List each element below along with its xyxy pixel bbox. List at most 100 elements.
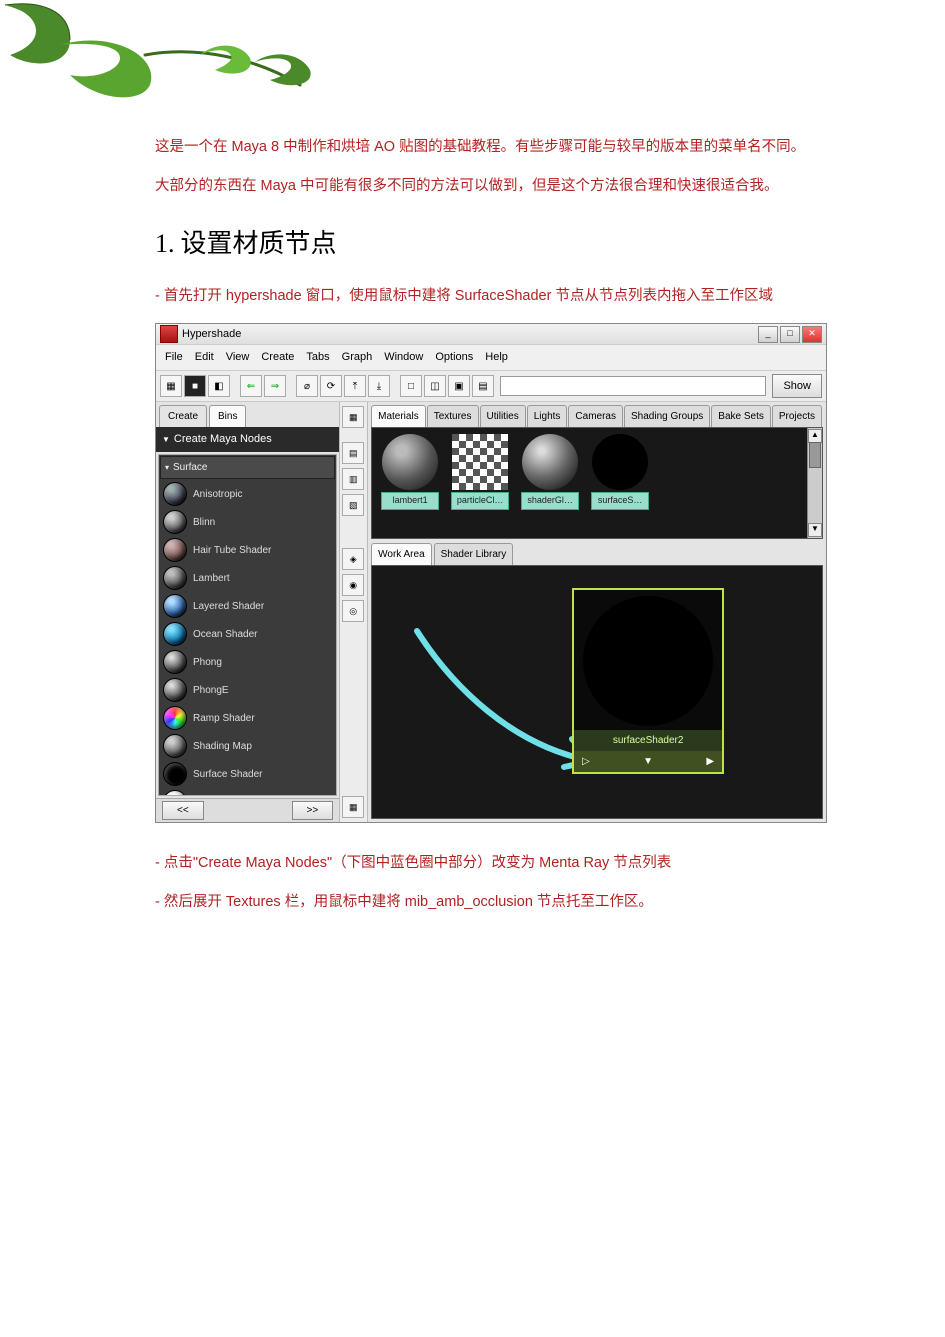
tb-layout-b-icon[interactable]: ◫ <box>424 375 446 397</box>
tb-black-icon[interactable]: ■ <box>184 375 206 397</box>
tb-fwd-icon[interactable]: ⇒ <box>264 375 286 397</box>
scrollbar[interactable]: ▲ ▼ <box>807 428 822 538</box>
tb-graphup-icon[interactable]: ⤒ <box>344 375 366 397</box>
menu-edit[interactable]: Edit <box>190 347 219 368</box>
node-item[interactable]: PhongE <box>159 676 336 704</box>
tb-layout-c-icon[interactable]: ▣ <box>448 375 470 397</box>
node-output-icon[interactable]: ▶ <box>706 753 714 770</box>
node-item[interactable]: Ramp Shader <box>159 704 336 732</box>
heading-number: 1. <box>155 229 175 258</box>
material-thumb[interactable]: particleCl… <box>448 434 512 532</box>
tb-clear-icon[interactable]: ⌀ <box>296 375 318 397</box>
node-swatch-icon <box>163 622 187 646</box>
node-item[interactable]: Hair Tube Shader <box>159 536 336 564</box>
node-swatch-icon <box>163 790 187 796</box>
menu-file[interactable]: File <box>160 347 188 368</box>
node-item[interactable]: Phong <box>159 648 336 676</box>
left-tab-create[interactable]: Create <box>159 405 207 427</box>
mid-icon-8[interactable]: ▦ <box>342 796 364 818</box>
tb-bw-icon[interactable]: ◧ <box>208 375 230 397</box>
toolbar-show-button[interactable]: Show <box>772 374 822 399</box>
node-item-label: Lambert <box>193 570 230 587</box>
right-panel: Materials Textures Utilities Lights Came… <box>368 402 826 822</box>
node-swatch-icon <box>163 538 187 562</box>
mid-icon-5[interactable]: ◈ <box>342 548 364 570</box>
mid-icon-7[interactable]: ◎ <box>342 600 364 622</box>
left-tab-bins[interactable]: Bins <box>209 405 246 427</box>
minimize-button[interactable]: _ <box>758 326 778 343</box>
node-item[interactable]: Layered Shader <box>159 592 336 620</box>
rp-tab-materials[interactable]: Materials <box>371 405 426 427</box>
material-label: shaderGl… <box>521 492 579 509</box>
rp-tab-utilities[interactable]: Utilities <box>480 405 526 427</box>
page-content: 这是一个在 Maya 8 中制作和烘培 AO 贴图的基础教程。有些步骤可能与较早… <box>155 0 825 915</box>
tb-graphdn-icon[interactable]: ⤓ <box>368 375 390 397</box>
material-thumb[interactable]: shaderGl… <box>518 434 582 532</box>
rp-tab-bakesets[interactable]: Bake Sets <box>711 405 771 427</box>
node-item[interactable]: Lambert <box>159 564 336 592</box>
material-label: lambert1 <box>381 492 439 509</box>
menu-window[interactable]: Window <box>379 347 428 368</box>
wa-tab-workarea[interactable]: Work Area <box>371 543 432 565</box>
material-swatch <box>522 434 578 490</box>
materials-view[interactable]: lambert1 particleCl… shaderGl… surfaceS… ▲ … <box>371 427 823 539</box>
scroll-up-icon[interactable]: ▲ <box>808 429 822 443</box>
scroll-thumb[interactable] <box>809 442 821 468</box>
mid-icon-4[interactable]: ▧ <box>342 494 364 516</box>
rp-tab-cameras[interactable]: Cameras <box>568 405 623 427</box>
wa-tab-shaderlib[interactable]: Shader Library <box>434 543 514 565</box>
section-heading: 1.设置材质节点 <box>155 222 825 266</box>
create-maya-nodes-header[interactable]: Create Maya Nodes <box>156 427 339 452</box>
mid-icon-3[interactable]: ▥ <box>342 468 364 490</box>
menu-create[interactable]: Create <box>256 347 299 368</box>
window-titlebar[interactable]: Hypershade _ □ ✕ <box>156 324 826 345</box>
maximize-button[interactable]: □ <box>780 326 800 343</box>
menu-help[interactable]: Help <box>480 347 513 368</box>
node-item[interactable]: Shading Map <box>159 732 336 760</box>
category-surface[interactable]: ▾Surface <box>160 456 335 479</box>
node-swatch-icon <box>163 566 187 590</box>
material-swatch <box>452 434 508 490</box>
tb-layout-d-icon[interactable]: ▤ <box>472 375 494 397</box>
hypershade-window: Hypershade _ □ ✕ File Edit View Create T… <box>155 323 827 823</box>
window-title: Hypershade <box>182 325 758 344</box>
menu-view[interactable]: View <box>221 347 255 368</box>
menu-tabs[interactable]: Tabs <box>301 347 334 368</box>
mid-icon-1[interactable]: ▦ <box>342 406 364 428</box>
close-button[interactable]: ✕ <box>802 326 822 343</box>
tb-layout-a-icon[interactable]: □ <box>400 375 422 397</box>
toolbar-search-input[interactable] <box>500 376 766 396</box>
mid-icon-6[interactable]: ◉ <box>342 574 364 596</box>
node-swatch-icon <box>163 650 187 674</box>
rp-tab-projects[interactable]: Projects <box>772 405 822 427</box>
node-item[interactable]: Ocean Shader <box>159 620 336 648</box>
node-item-label: Use Background <box>193 794 267 797</box>
rp-tab-textures[interactable]: Textures <box>427 405 479 427</box>
tb-redraw-icon[interactable]: ⟳ <box>320 375 342 397</box>
app-icon <box>160 325 178 343</box>
node-item-label: Hair Tube Shader <box>193 542 271 559</box>
work-area[interactable]: surfaceShader2 ▷ ▼ ▶ <box>371 565 823 819</box>
footer-prev-button[interactable]: << <box>162 801 204 820</box>
node-input-icon[interactable]: ▷ <box>582 753 590 770</box>
material-thumb[interactable]: surfaceS… <box>588 434 652 532</box>
tb-back-icon[interactable]: ⇐ <box>240 375 262 397</box>
tb-grid-icon[interactable]: ▦ <box>160 375 182 397</box>
node-item[interactable]: Use Background <box>159 788 336 796</box>
material-thumb[interactable]: lambert1 <box>378 434 442 532</box>
menu-options[interactable]: Options <box>430 347 478 368</box>
mid-icon-2[interactable]: ▤ <box>342 442 364 464</box>
node-item[interactable]: Blinn <box>159 508 336 536</box>
node-item[interactable]: Anisotropic <box>159 480 336 508</box>
chevron-down-icon: ▾ <box>165 461 169 475</box>
scroll-down-icon[interactable]: ▼ <box>808 523 822 537</box>
node-item-label: Layered Shader <box>193 598 264 615</box>
node-item-label: PhongE <box>193 682 229 699</box>
rp-tab-shadinggroups[interactable]: Shading Groups <box>624 405 710 427</box>
node-drop-icon[interactable]: ▼ <box>643 753 653 770</box>
footer-next-button[interactable]: >> <box>292 801 334 820</box>
node-item[interactable]: Surface Shader <box>159 760 336 788</box>
menu-graph[interactable]: Graph <box>337 347 378 368</box>
rp-tab-lights[interactable]: Lights <box>527 405 568 427</box>
surfaceshader-node[interactable]: surfaceShader2 ▷ ▼ ▶ <box>572 588 724 774</box>
